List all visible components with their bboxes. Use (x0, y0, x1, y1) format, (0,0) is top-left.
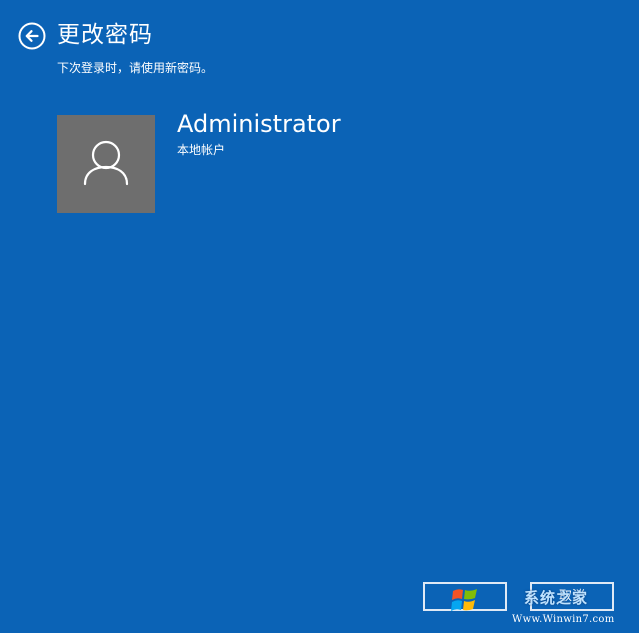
account-type: 本地帐户 (177, 143, 226, 157)
back-arrow-circle-icon (18, 22, 46, 50)
page-subtitle: 下次登录时，请使用新密码。 (57, 61, 214, 75)
next-button[interactable] (423, 582, 507, 611)
account-name: Administrator (177, 110, 341, 138)
cancel-button[interactable]: 取消 (530, 582, 614, 611)
avatar (57, 115, 155, 213)
user-silhouette-icon (83, 140, 129, 186)
back-button[interactable] (18, 22, 46, 50)
change-password-screen: 更改密码 下次登录时，请使用新密码。 Administrator 本地帐户 取消… (0, 0, 639, 633)
watermark-url: Www.Winwin7.com (512, 614, 615, 625)
page-title: 更改密码 (57, 22, 153, 48)
